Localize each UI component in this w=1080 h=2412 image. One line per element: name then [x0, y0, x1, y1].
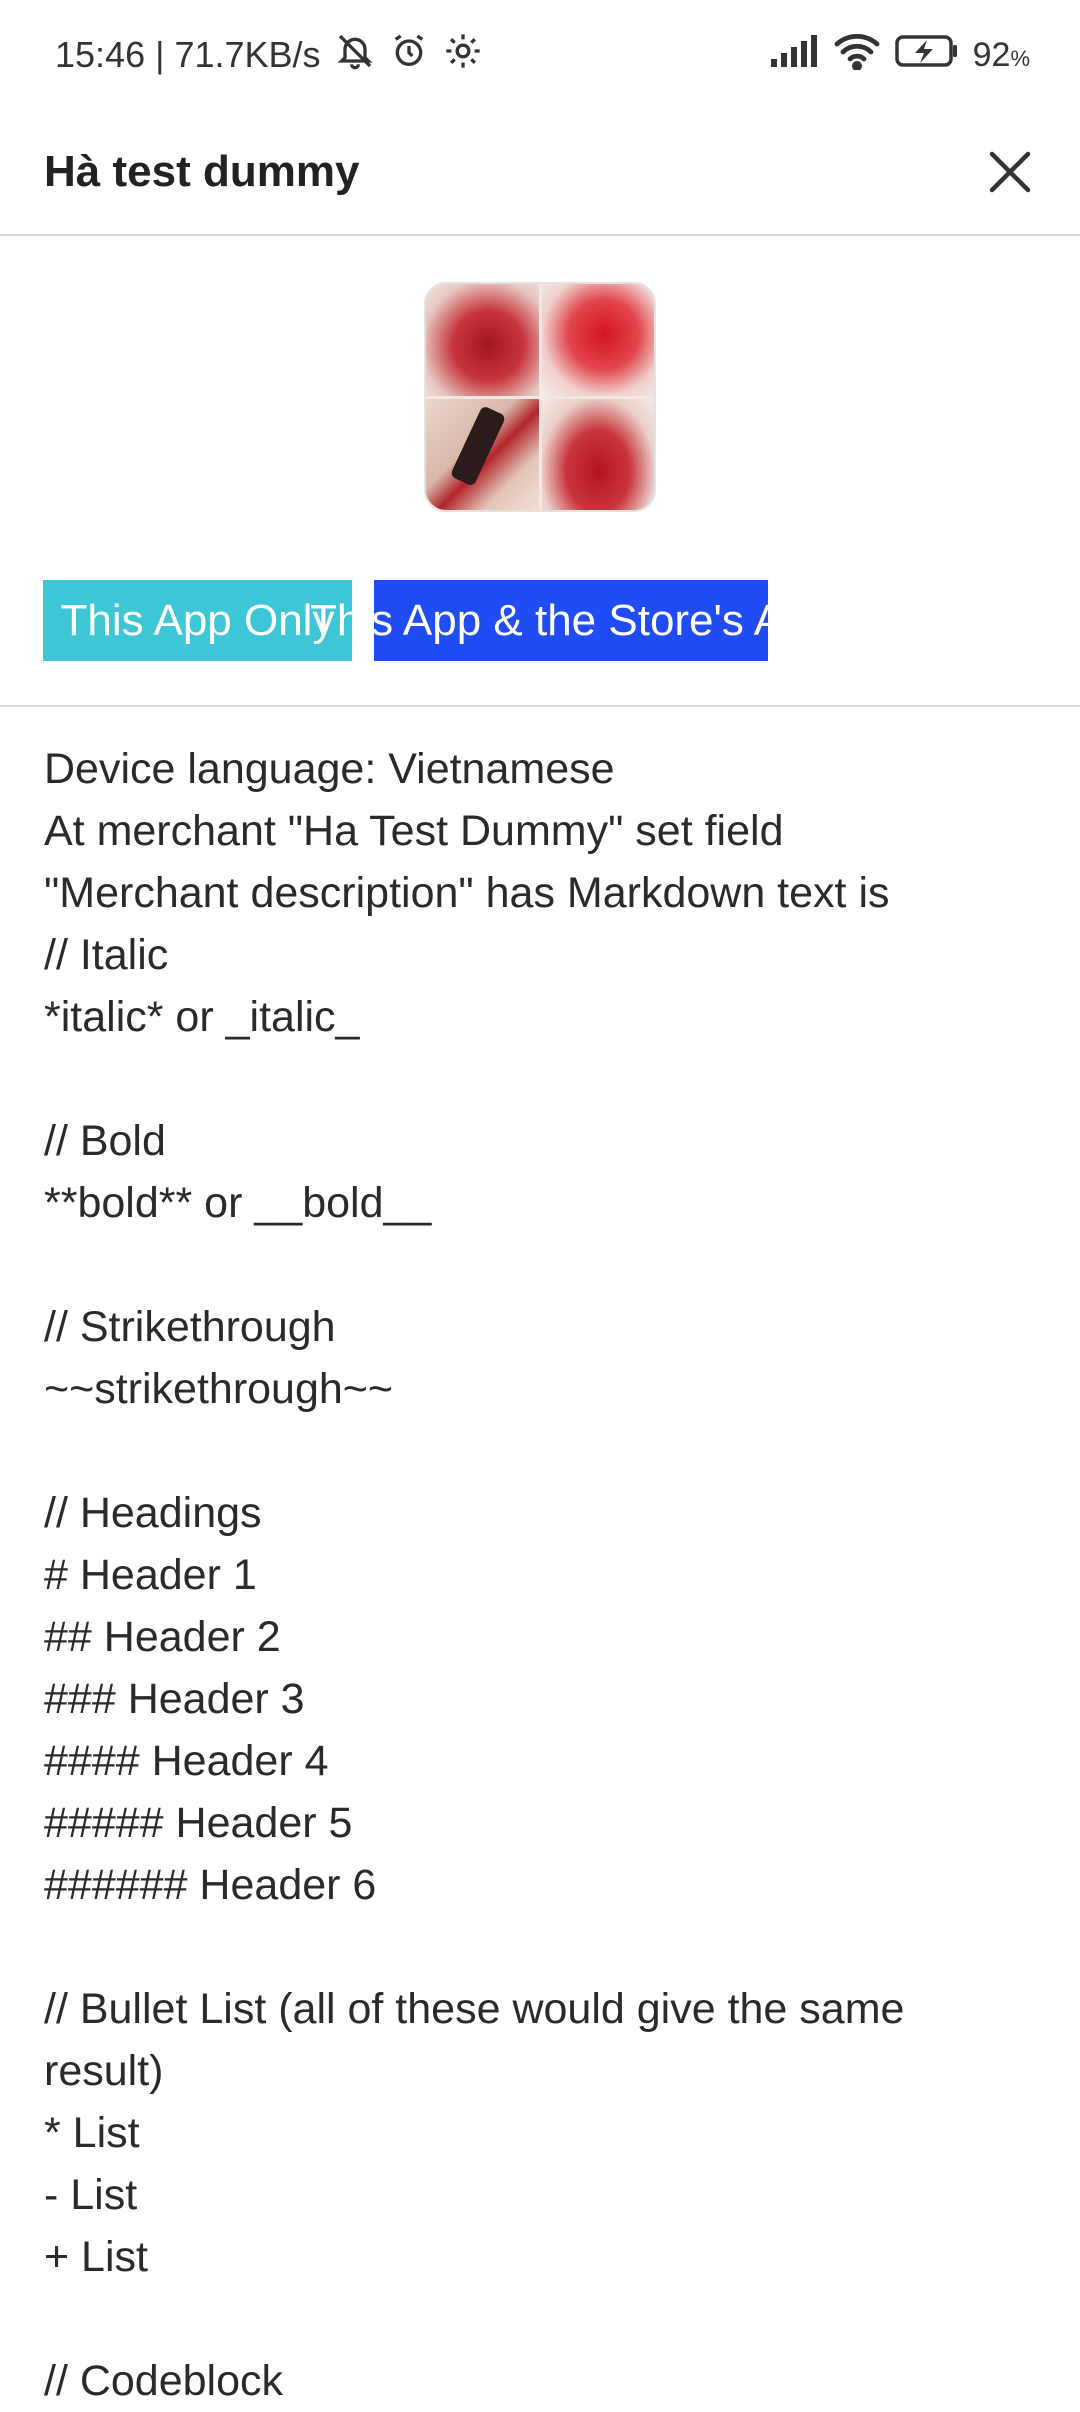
product-image	[424, 282, 656, 512]
close-icon	[989, 151, 1031, 193]
scope-button-group: This App Only This App & the Store's App	[43, 580, 832, 661]
mute-bell-icon	[335, 31, 375, 80]
product-image-tile	[541, 398, 654, 510]
wifi-icon	[833, 32, 881, 79]
close-button[interactable]	[980, 142, 1040, 202]
battery-percent: 92%	[973, 36, 1030, 75]
battery-charging-icon	[894, 33, 959, 78]
product-image-tile	[426, 398, 539, 510]
this-app-only-button[interactable]: This App Only	[43, 580, 352, 661]
alarm-icon	[389, 31, 429, 80]
status-right: 92%	[769, 32, 1030, 79]
header-bar: Hà test dummy	[0, 110, 1080, 236]
settings-gear-icon	[443, 31, 483, 80]
page-title: Hà test dummy	[44, 147, 360, 196]
status-bar: 15:46 | 71.7KB/s 92%	[0, 0, 1080, 110]
divider	[0, 705, 1080, 707]
signal-icon	[769, 33, 819, 78]
product-image-tile	[426, 284, 539, 396]
product-image-tile	[541, 284, 654, 396]
status-time-speed: 15:46 | 71.7KB/s	[55, 34, 321, 75]
merchant-description-text: Device language: Vietnamese At merchant …	[44, 745, 905, 2405]
battery-percent-unit: %	[1010, 45, 1030, 71]
status-left: 15:46 | 71.7KB/s	[55, 31, 769, 80]
battery-percent-value: 92	[972, 35, 1011, 74]
this-app-and-store-app-button[interactable]: This App & the Store's App	[310, 580, 832, 661]
